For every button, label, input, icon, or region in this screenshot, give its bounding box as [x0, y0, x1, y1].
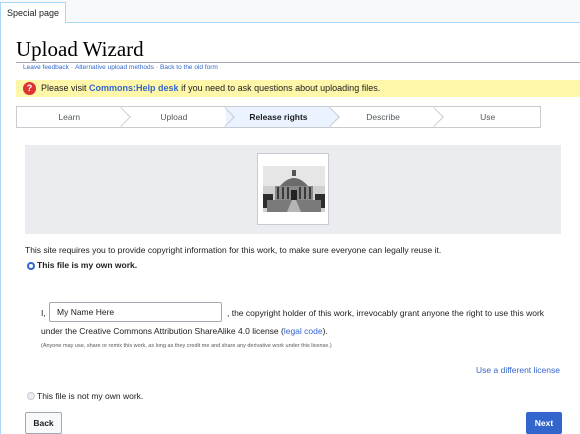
back-button[interactable]: Back	[25, 412, 62, 434]
leave-feedback-link[interactable]: Leave feedback	[23, 64, 69, 71]
not-own-work-label[interactable]: This file is not my own work.	[37, 391, 143, 401]
help-notice: Please visit Commons:Help desk if you ne…	[16, 80, 580, 97]
grant-text: , the copyright holder of this work, irr…	[227, 308, 545, 318]
notice-text: Please visit Commons:Help desk if you ne…	[41, 83, 381, 93]
legal-code-link[interactable]: legal code	[284, 326, 323, 336]
author-name-input[interactable]: My Name Here	[49, 302, 222, 322]
next-button[interactable]: Next	[526, 412, 562, 434]
copyright-intro: This site requires you to provide copyri…	[25, 245, 442, 255]
step-learn: Learn	[17, 107, 122, 127]
step-describe: Describe	[331, 107, 436, 127]
page-tabs: Special page	[0, 0, 580, 24]
wizard-steps: Learn Upload Release rights Describe Use	[16, 106, 541, 128]
own-work-radio[interactable]	[27, 262, 35, 270]
help-desk-link[interactable]: Commons:Help desk	[89, 83, 179, 93]
main-content: Upload Wizard Leave feedback · Alternative…	[0, 23, 580, 434]
license-fineprint: (Anyone may use, share or remix this wor…	[41, 343, 332, 349]
page-title: Upload Wizard	[16, 37, 144, 61]
step-use: Use	[480, 112, 496, 122]
building-photo-icon	[263, 166, 325, 212]
header-links: Leave feedback · Alternative upload method…	[23, 64, 218, 71]
license-statement: under the Creative Commons Attribution S…	[41, 326, 328, 336]
link-separator: ·	[155, 64, 159, 71]
step-upload: Upload	[122, 107, 227, 127]
help-icon	[23, 82, 36, 95]
alternative-upload-link[interactable]: Alternative upload methods	[75, 64, 154, 71]
old-form-link[interactable]: Back to the old form	[160, 64, 218, 71]
title-divider	[16, 62, 580, 63]
tab-special-page[interactable]: Special page	[0, 2, 67, 24]
step-release-rights: Release rights	[226, 107, 331, 127]
own-work-label[interactable]: This file is my own work.	[37, 260, 137, 270]
file-preview-area	[25, 145, 561, 234]
not-own-work-radio[interactable]	[27, 392, 35, 400]
link-separator: ·	[70, 64, 74, 71]
grant-prefix: I,	[41, 308, 46, 318]
file-thumbnail[interactable]	[257, 153, 329, 225]
different-license-link[interactable]: Use a different license	[476, 365, 560, 375]
